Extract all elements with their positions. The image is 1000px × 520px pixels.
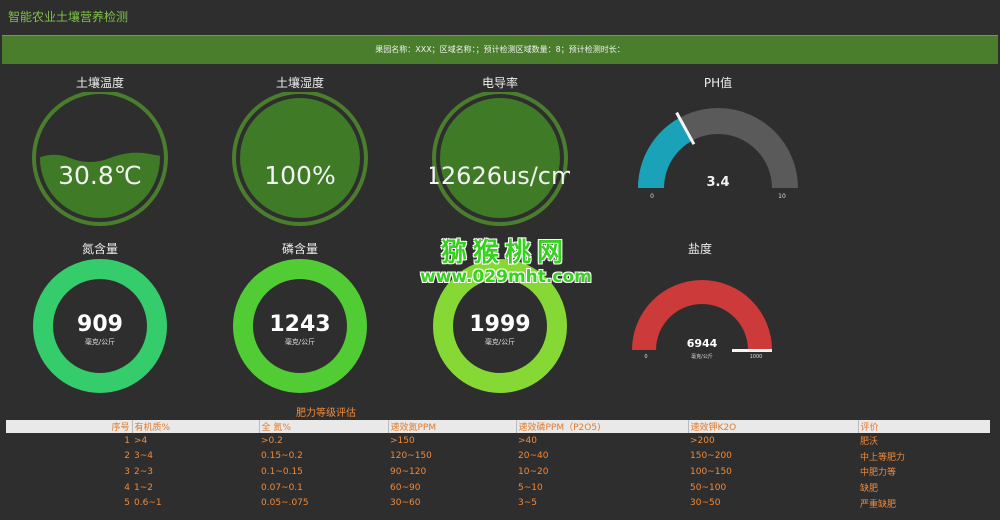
salinity-value: 6944: [687, 337, 718, 350]
cell-index: 4: [124, 482, 130, 493]
conductivity-title: 电导率: [481, 76, 518, 90]
phosphorus-ring: 1243 毫克/公斤: [233, 259, 367, 393]
potassium-unit: 毫克/公斤: [485, 337, 515, 346]
info-bar: 果园名称：XXX；区域名称：；预计检测区域数量：8；预计检测时长：: [2, 35, 998, 64]
app-title: 智能农业土壤营养检测: [8, 10, 129, 24]
phosphorus-value: 1243: [269, 312, 330, 337]
col-header-index: 序号: [6, 420, 132, 433]
cell-avail-n: 90~120: [390, 466, 427, 477]
cell-avail-k: 30~50: [690, 498, 721, 509]
cell-avail-k: 100~150: [690, 466, 732, 477]
table-row: 3 2~3 0.1~0.15 90~120 10~20 100~150 中肥力等: [6, 464, 990, 480]
conductivity-value: 12626us/cm: [430, 162, 570, 190]
cell-avail-p: 20~40: [518, 451, 549, 462]
soil-temp-gauge: 30.8℃: [32, 92, 168, 226]
salinity-max-label: 1000: [750, 354, 763, 360]
cell-total-n: >0.2: [261, 435, 283, 446]
table-row: 5 0.6~1 0.05~.075 30~60 3~5 30~50 严重缺肥: [6, 495, 990, 511]
soil-moisture-title: 土壤湿度: [275, 76, 324, 90]
table-row: 1 >4 >0.2 >150 >40 >200 肥沃: [6, 433, 990, 449]
soil-temp-title: 土壤温度: [75, 76, 124, 90]
ph-value: 3.4: [706, 175, 729, 190]
watermark-line1: 猕猴桃网: [440, 238, 569, 268]
info-bar-text: 果园名称：XXX；区域名称：；预计检测区域数量：8；预计检测时长：: [375, 45, 625, 54]
col-header-total-n: 全 氮%: [258, 420, 388, 433]
cell-organic: 0.6~1: [134, 498, 162, 509]
col-header-avail-n: 速效氮PPM: [387, 420, 516, 433]
col-header-avail-k: 速效钾K2O: [687, 420, 858, 433]
cell-organic: >4: [134, 435, 148, 446]
cell-rating: 中肥力等: [860, 468, 897, 479]
salinity-needle: [732, 349, 772, 352]
cell-avail-k: 50~100: [690, 482, 727, 493]
nitrogen-title: 氮含量: [81, 242, 118, 256]
cell-avail-k: 150~200: [690, 451, 732, 462]
cell-avail-n: 60~90: [390, 482, 421, 493]
soil-moisture-value: 100%: [264, 161, 335, 190]
phosphorus-unit: 毫克/公斤: [285, 337, 315, 346]
cell-rating: 肥沃: [860, 437, 879, 448]
nitrogen-value: 909: [77, 312, 123, 337]
cell-avail-p: >40: [518, 435, 537, 446]
col-header-rating: 评价: [857, 420, 990, 433]
salinity-title: 盐度: [687, 242, 712, 256]
ph-max-label: 10: [778, 193, 786, 200]
cell-rating: 中上等肥力: [860, 452, 906, 463]
cell-avail-n: 120~150: [390, 451, 432, 462]
cell-organic: 2~3: [134, 466, 153, 477]
nitrogen-unit: 毫克/公斤: [85, 337, 115, 346]
fertility-table-title: 肥力等级评估: [296, 408, 356, 419]
salinity-gauge: 6944 毫克/公斤 0 1000: [632, 280, 772, 360]
cell-index: 3: [124, 466, 130, 477]
cell-total-n: 0.07~0.1: [261, 482, 303, 493]
soil-moisture-gauge: 100%: [232, 92, 368, 226]
cell-avail-n: >150: [390, 435, 415, 446]
cell-rating: 缺肥: [860, 484, 879, 495]
fertility-table: 序号 有机质% 全 氮% 速效氮PPM 速效磷PPM（P2O5) 速效钾K2O …: [6, 420, 990, 511]
cell-rating: 严重缺肥: [860, 499, 897, 510]
nitrogen-ring: 909 毫克/公斤: [33, 259, 167, 393]
soil-temp-value: 30.8℃: [58, 161, 142, 190]
cell-total-n: 0.15~0.2: [261, 451, 303, 462]
cell-avail-p: 3~5: [518, 498, 537, 509]
potassium-value: 1999: [469, 312, 530, 337]
cell-index: 2: [124, 451, 130, 462]
cell-total-n: 0.05~.075: [261, 498, 309, 509]
cell-organic: 1~2: [134, 482, 153, 493]
ph-min-label: 0: [650, 193, 654, 200]
cell-avail-k: >200: [690, 435, 715, 446]
phosphorus-title: 磷含量: [281, 242, 318, 256]
salinity-unit: 毫克/公斤: [691, 353, 713, 360]
ph-title: PH值: [703, 76, 733, 90]
ph-gauge: 3.4 0 10: [638, 108, 798, 200]
col-header-organic: 有机质%: [131, 420, 259, 433]
cell-avail-n: 30~60: [390, 498, 421, 509]
salinity-min-label: 0: [644, 354, 647, 360]
cell-avail-p: 10~20: [518, 466, 549, 477]
table-row: 4 1~2 0.07~0.1 60~90 5~10 50~100 缺肥: [6, 480, 990, 496]
table-header-row: 序号 有机质% 全 氮% 速效氮PPM 速效磷PPM（P2O5) 速效钾K2O …: [6, 420, 990, 433]
col-header-avail-p: 速效磷PPM（P2O5): [515, 420, 688, 433]
cell-index: 5: [124, 498, 130, 509]
conductivity-gauge: 12626us/cm: [430, 92, 570, 226]
watermark: 猕猴桃网 www.029mht.com: [420, 232, 592, 287]
cell-index: 1: [124, 435, 130, 446]
cell-avail-p: 5~10: [518, 482, 543, 493]
table-row: 2 3~4 0.15~0.2 120~150 20~40 150~200 中上等肥力: [6, 449, 990, 465]
watermark-line2: www.029mht.com: [420, 267, 592, 287]
cell-total-n: 0.1~0.15: [261, 466, 303, 477]
cell-organic: 3~4: [134, 451, 153, 462]
